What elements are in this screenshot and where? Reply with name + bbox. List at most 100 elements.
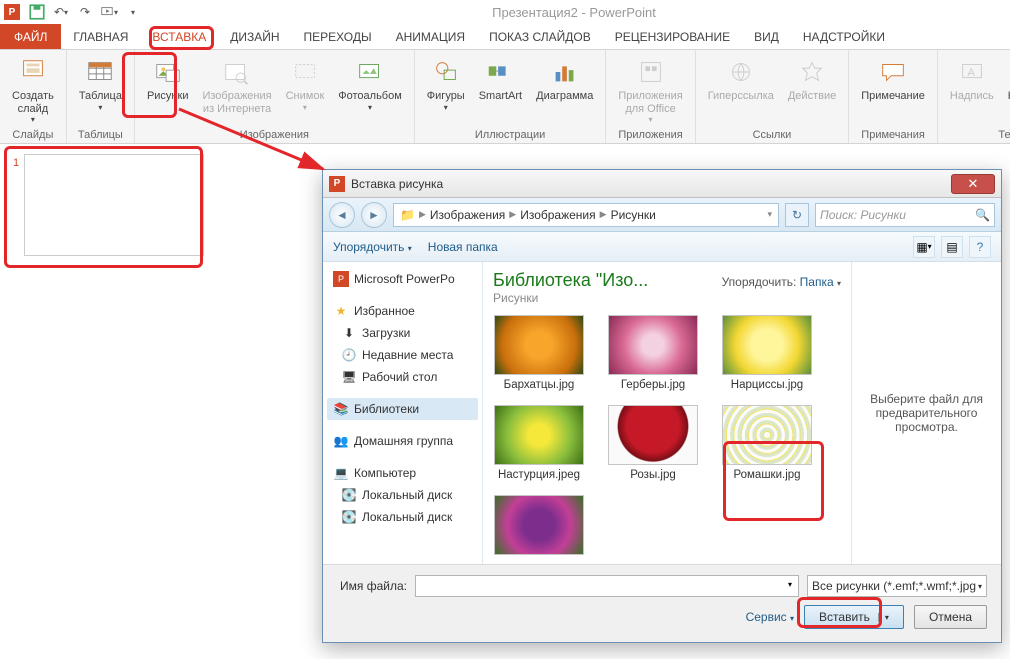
slide-panel: 1 [0, 144, 210, 659]
search-input[interactable]: Поиск: Рисунки 🔍 [815, 203, 995, 227]
chevron-down-icon: ▾ [978, 582, 982, 591]
online-picture-icon [221, 56, 253, 88]
save-icon[interactable] [28, 3, 46, 21]
tree-homegroup[interactable]: 👥Домашняя группа [327, 430, 478, 452]
view-button[interactable]: ▦▾ [913, 236, 935, 258]
newfolder-button[interactable]: Новая папка [428, 240, 498, 254]
table-button[interactable]: Таблица ▾ [73, 54, 128, 127]
hyperlink-button[interactable]: Гиперссылка [702, 54, 780, 127]
help-button[interactable]: ? [969, 236, 991, 258]
tree-libraries[interactable]: 📚Библиотеки [327, 398, 478, 420]
file-thumb[interactable] [493, 495, 585, 559]
action-button[interactable]: Действие [782, 54, 842, 127]
close-button[interactable]: ✕ [951, 174, 995, 194]
insert-picture-dialog: P Вставка рисунка ✕ ◄ ► 📁 ▶ Изображения … [322, 169, 1002, 643]
organize-button[interactable]: Упорядочить ▾ [333, 240, 412, 254]
preview-toggle-button[interactable]: ▤ [941, 236, 963, 258]
quick-access-toolbar: ↶▾ ↷ ▾ ▾ [28, 3, 142, 21]
textbox-button[interactable]: A Надпись [944, 54, 1000, 127]
breadcrumb[interactable]: Изображения [430, 208, 505, 222]
shapes-button[interactable]: Фигуры ▾ [421, 54, 471, 127]
tab-addins[interactable]: НАДСТРОЙКИ [791, 24, 897, 49]
headerfooter-button[interactable]: Колонтитулы [1002, 54, 1010, 127]
tab-animation[interactable]: АНИМАЦИЯ [384, 24, 477, 49]
chevron-right-icon: ▶ [419, 209, 426, 220]
group-comments: Примечание Примечания [849, 50, 938, 143]
file-thumb[interactable]: Розы.jpg [607, 405, 699, 481]
address-bar[interactable]: 📁 ▶ Изображения ▶ Изображения ▶ Рисунки … [393, 203, 779, 227]
forward-button[interactable]: ► [361, 202, 387, 228]
file-thumb[interactable]: Герберы.jpg [607, 315, 699, 391]
file-name: Ромашки.jpg [733, 469, 800, 481]
file-thumb[interactable]: Настурция.jpeg [493, 405, 585, 481]
chevron-down-icon[interactable]: ▾ [767, 209, 772, 220]
tab-home[interactable]: ГЛАВНАЯ [61, 24, 140, 49]
tree-disk-d[interactable]: 💽Локальный диск [327, 506, 478, 528]
tab-slideshow[interactable]: ПОКАЗ СЛАЙДОВ [477, 24, 603, 49]
downloads-icon: ⬇ [341, 325, 357, 341]
new-slide-button[interactable]: Создать слайд ▾ [6, 54, 60, 127]
dialog-navbar: ◄ ► 📁 ▶ Изображения ▶ Изображения ▶ Рису… [323, 198, 1001, 232]
undo-icon[interactable]: ↶▾ [52, 3, 70, 21]
online-pictures-button[interactable]: Изображения из Интернета [196, 54, 277, 127]
apps-button[interactable]: Приложения для Office ▾ [612, 54, 688, 127]
slide-thumbnail-1[interactable]: 1 [24, 154, 204, 256]
tree-downloads[interactable]: ⬇Загрузки [327, 322, 478, 344]
redo-icon[interactable]: ↷ [76, 3, 94, 21]
breadcrumb[interactable]: Изображения [520, 208, 595, 222]
folder-icon: 📁 [400, 208, 415, 222]
refresh-button[interactable]: ↻ [785, 203, 809, 227]
tree-favorites[interactable]: ★Избранное [327, 300, 478, 322]
tab-review[interactable]: РЕЦЕНЗИРОВАНИЕ [603, 24, 742, 49]
chart-button[interactable]: Диаграмма [530, 54, 599, 127]
chevron-down-icon: ▾ [98, 103, 102, 112]
group-tables: Таблица ▾ Таблицы [67, 50, 135, 143]
screenshot-button[interactable]: Снимок ▾ [280, 54, 331, 127]
nav-tree: PMicrosoft PowerPo ★Избранное ⬇Загрузки … [323, 262, 483, 564]
file-thumb[interactable]: Ромашки.jpg [721, 405, 813, 481]
tab-view[interactable]: ВИД [742, 24, 791, 49]
tools-button[interactable]: Сервис ▾ [746, 610, 794, 624]
comment-button[interactable]: Примечание [855, 54, 931, 127]
file-thumb[interactable]: Бархатцы.jpg [493, 315, 585, 391]
filename-label: Имя файла: [337, 579, 407, 593]
file-list[interactable]: Библиотека "Изо... Рисунки Упорядочить: … [483, 262, 851, 564]
recent-icon: 🕘 [341, 347, 357, 363]
group-links: Гиперссылка Действие Ссылки [696, 50, 850, 143]
chevron-down-icon: ▾ [303, 103, 307, 112]
start-slideshow-icon[interactable]: ▾ [100, 3, 118, 21]
chevron-down-icon[interactable]: ▾ [788, 580, 792, 589]
dialog-titlebar[interactable]: P Вставка рисунка ✕ [323, 170, 1001, 198]
tab-file[interactable]: ФАЙЛ [0, 24, 61, 49]
tab-transitions[interactable]: ПЕРЕХОДЫ [292, 24, 384, 49]
tree-powerpoint[interactable]: PMicrosoft PowerPo [327, 268, 478, 290]
app-icon: P [4, 4, 20, 20]
qat-customize-icon[interactable]: ▾ [124, 3, 142, 21]
pictures-button[interactable]: Рисунки [141, 54, 195, 127]
sort-control[interactable]: Упорядочить: Папка ▾ [722, 275, 841, 289]
dialog-title: Вставка рисунка [351, 177, 951, 191]
insert-button[interactable]: Вставить▾ [804, 605, 904, 629]
filetype-filter[interactable]: Все рисунки (*.emf;*.wmf;*.jpg▾ [807, 575, 987, 597]
screenshot-icon [289, 56, 321, 88]
breadcrumb[interactable]: Рисунки [611, 208, 656, 222]
file-name: Розы.jpg [630, 469, 676, 481]
photoalbum-icon [354, 56, 386, 88]
cancel-button[interactable]: Отмена [914, 605, 987, 629]
tree-disk-c[interactable]: 💽Локальный диск [327, 484, 478, 506]
photoalbum-button[interactable]: Фотоальбом ▾ [332, 54, 408, 127]
back-button[interactable]: ◄ [329, 202, 355, 228]
filename-input[interactable]: ▾ [415, 575, 799, 597]
textbox-icon: A [956, 56, 988, 88]
chevron-down-icon: ▾ [408, 244, 412, 253]
smartart-button[interactable]: SmartArt [473, 54, 528, 127]
tab-design[interactable]: ДИЗАЙН [218, 24, 291, 49]
chevron-down-icon[interactable]: ▾ [878, 613, 889, 622]
tree-recent[interactable]: 🕘Недавние места [327, 344, 478, 366]
tree-computer[interactable]: 💻Компьютер [327, 462, 478, 484]
dialog-body: PMicrosoft PowerPo ★Избранное ⬇Загрузки … [323, 262, 1001, 564]
tree-desktop[interactable]: 🖥Рабочий стол [327, 366, 478, 388]
file-thumb[interactable]: Нарциссы.jpg [721, 315, 813, 391]
tab-insert[interactable]: ВСТАВКА [140, 24, 218, 49]
chevron-right-icon: ▶ [600, 209, 607, 220]
